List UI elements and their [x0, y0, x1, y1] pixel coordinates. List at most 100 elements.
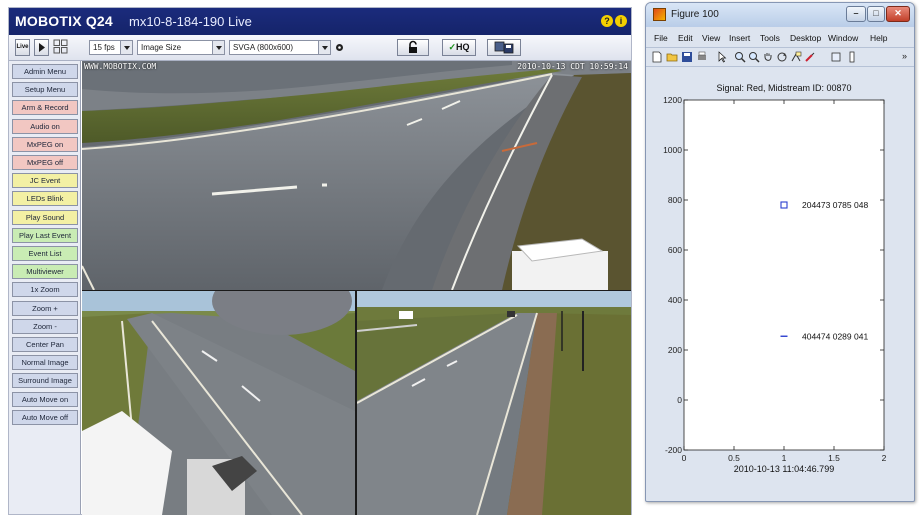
- sidebar-button[interactable]: Center Pan: [12, 337, 78, 352]
- open-folder-icon[interactable]: [666, 51, 678, 63]
- x-tick-label: 1: [782, 453, 787, 463]
- menu-tools[interactable]: Tools: [760, 33, 780, 43]
- figure-canvas: Signal: Red, Midstream ID: 00870 -200 0 200…: [650, 69, 910, 493]
- sidebar-button[interactable]: Surround Image: [12, 373, 78, 389]
- link-plot-icon[interactable]: [830, 51, 842, 63]
- maximize-button[interactable]: □: [867, 6, 885, 22]
- pan-hand-icon[interactable]: [762, 51, 774, 63]
- sidebar-button[interactable]: Normal Image: [12, 355, 78, 371]
- figure-toolbar: »: [646, 47, 914, 67]
- y-tick-label: 1200: [663, 95, 682, 105]
- sidebar-button[interactable]: Audio on: [12, 118, 78, 134]
- resolution-select[interactable]: SVGA (800x600): [229, 40, 331, 55]
- sidebar-button[interactable]: Play Sound: [12, 209, 78, 225]
- sidebar-button[interactable]: Setup Menu: [12, 82, 78, 98]
- brush-icon[interactable]: [804, 51, 816, 63]
- camera-view-bottom-left[interactable]: [82, 291, 355, 515]
- desktop: MOBOTIX Q24 mx10-8-184-190 Live ? i Live…: [0, 0, 919, 518]
- mobotix-title-bar: MOBOTIX Q24 mx10-8-184-190 Live ? i: [9, 8, 631, 35]
- info-icon[interactable]: i: [615, 15, 627, 27]
- hq-label: HQ: [456, 42, 470, 52]
- x-tick-label: 0.5: [728, 453, 740, 463]
- chevron-down-icon: [318, 41, 330, 54]
- new-file-icon[interactable]: [651, 51, 663, 63]
- image-size-select[interactable]: Image Size: [137, 40, 225, 55]
- live-button[interactable]: Live: [15, 39, 30, 56]
- save-snapshot-button[interactable]: [487, 39, 521, 56]
- help-icon[interactable]: ?: [601, 15, 613, 27]
- sidebar-button[interactable]: Admin Menu: [12, 64, 78, 79]
- sidebar-button[interactable]: JC Event: [12, 173, 78, 189]
- menu-file[interactable]: File: [654, 33, 668, 43]
- y-tick-label: 0: [677, 395, 682, 405]
- framerate-value: 15 fps: [93, 43, 115, 52]
- matlab-icon: [653, 8, 666, 21]
- x-tick-label: 2: [882, 453, 887, 463]
- sidebar-button[interactable]: Arm & Record: [12, 100, 78, 116]
- menu-edit[interactable]: Edit: [678, 33, 693, 43]
- sidebar-button[interactable]: Auto Move off: [12, 409, 78, 425]
- sidebar-button[interactable]: Auto Move on: [12, 391, 78, 407]
- menu-desktop[interactable]: Desktop: [790, 33, 821, 43]
- video-area: WWW.MOBOTIX.COM 2010-10-13 CDT 10:59:14: [82, 61, 631, 515]
- print-icon[interactable]: [696, 51, 708, 63]
- toolbar-overflow-icon[interactable]: »: [902, 51, 907, 61]
- play-button[interactable]: [34, 39, 49, 56]
- sidebar-button[interactable]: MxPEG off: [12, 155, 78, 170]
- figure-window: Figure 100 – □ ✕ File Edit View Insert Tools…: [645, 2, 915, 502]
- sidebar-button[interactable]: LEDs Blink: [12, 191, 78, 207]
- menu-insert[interactable]: Insert: [729, 33, 750, 43]
- y-tick-label: -200: [665, 445, 682, 455]
- image-size-value: Image Size: [141, 43, 182, 52]
- x-tick-label: 0: [682, 453, 687, 463]
- sidebar-button[interactable]: Zoom +: [12, 300, 78, 316]
- zoom-out-icon[interactable]: [748, 51, 760, 63]
- close-button[interactable]: ✕: [886, 6, 910, 22]
- sidebar-button[interactable]: Event List: [12, 246, 78, 261]
- menu-window[interactable]: Window: [828, 33, 858, 43]
- x-axis-label: 2010-10-13 11:04:46.799: [734, 464, 834, 474]
- sidebar-button[interactable]: MxPEG on: [12, 136, 78, 152]
- minimize-button[interactable]: –: [846, 6, 866, 22]
- y-tick-label: 800: [668, 195, 682, 205]
- padlock-icon: [409, 40, 417, 53]
- data-cursor-icon[interactable]: [790, 51, 802, 63]
- sidebar-button[interactable]: Play Last Event: [12, 227, 78, 243]
- framerate-select[interactable]: 15 fps: [89, 40, 133, 55]
- play-icon: [39, 43, 45, 52]
- x-tick-label: 1.5: [828, 453, 840, 463]
- zoom-in-icon[interactable]: [734, 51, 746, 63]
- y-tick-label: 200: [668, 345, 682, 355]
- sidebar-button[interactable]: 1x Zoom: [12, 282, 78, 298]
- y-tick-label: 1000: [663, 145, 682, 155]
- mobotix-sidebar: Admin Menu Setup Menu Arm & Record Audio on…: [9, 61, 81, 514]
- data-point-label: 204473 0785 048: [802, 200, 868, 210]
- save-icon[interactable]: [681, 51, 693, 63]
- save-image-icon: [494, 41, 514, 54]
- menu-help[interactable]: Help: [870, 33, 887, 43]
- maximize-icon: □: [873, 8, 879, 18]
- camera-view-top[interactable]: WWW.MOBOTIX.COM 2010-10-13 CDT 10:59:14: [82, 61, 631, 290]
- camera-name: mx10-8-184-190 Live: [129, 14, 252, 29]
- close-icon: ✕: [894, 8, 902, 18]
- hq-button[interactable]: ✓HQ: [442, 39, 476, 56]
- menu-view[interactable]: View: [702, 33, 720, 43]
- rotate-3d-icon[interactable]: [776, 51, 788, 63]
- osd-watermark: WWW.MOBOTIX.COM: [84, 62, 157, 71]
- highway-image-bottom-right: [357, 291, 631, 515]
- sidebar-button[interactable]: Multiviewer: [12, 264, 78, 280]
- sidebar-button[interactable]: Zoom -: [12, 318, 78, 334]
- colorbar-icon[interactable]: [846, 51, 858, 63]
- resolution-value: SVGA (800x600): [233, 43, 294, 52]
- y-tick-label: 600: [668, 245, 682, 255]
- unlock-button[interactable]: [397, 39, 429, 56]
- grid-icon: [53, 39, 68, 54]
- pointer-icon[interactable]: [716, 51, 728, 63]
- brand-title: MOBOTIX Q24: [15, 13, 113, 29]
- y-tick-label: 400: [668, 295, 682, 305]
- mobotix-live-window: MOBOTIX Q24 mx10-8-184-190 Live ? i Live…: [8, 7, 632, 515]
- camera-view-bottom-right[interactable]: [357, 291, 631, 515]
- layout-grid-button[interactable]: [53, 39, 68, 56]
- settings-dot-icon[interactable]: [335, 43, 344, 52]
- minimize-icon: –: [853, 8, 859, 18]
